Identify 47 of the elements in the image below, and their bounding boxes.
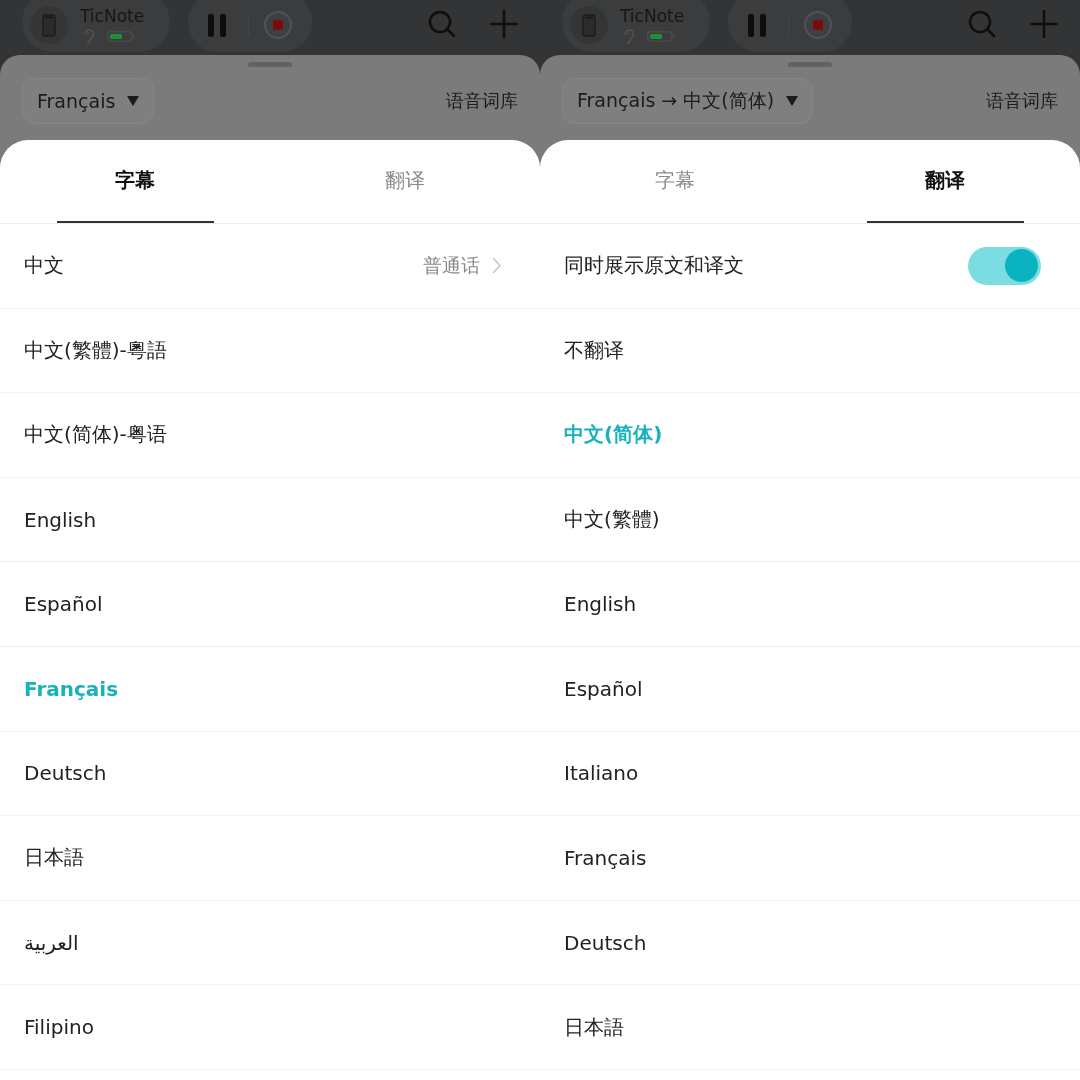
plus-icon[interactable]: [490, 10, 518, 38]
language-option[interactable]: Deutsch: [564, 930, 647, 955]
language-option[interactable]: Filipino: [24, 1015, 94, 1040]
language-option[interactable]: Français: [564, 845, 647, 870]
language-option[interactable]: 日本語: [564, 1013, 624, 1041]
tab[interactable]: 字幕: [596, 140, 754, 223]
record-icon[interactable]: [804, 11, 832, 39]
language-option[interactable]: Italiano: [564, 761, 639, 786]
drag-handle[interactable]: [248, 62, 292, 67]
language-option[interactable]: 中文: [24, 252, 64, 280]
pause-icon[interactable]: [208, 13, 226, 37]
battery-icon: [647, 31, 675, 42]
phone-icon: [30, 6, 68, 44]
ear-icon: [623, 29, 635, 44]
language-option[interactable]: 日本語: [24, 844, 84, 872]
phone-icon: [570, 6, 608, 44]
record-icon[interactable]: [264, 11, 292, 39]
drag-handle[interactable]: [788, 62, 832, 67]
battery-icon: [107, 31, 135, 42]
vocabulary-link[interactable]: 语音词库: [986, 89, 1058, 113]
language-option[interactable]: العربية: [24, 930, 79, 955]
tab[interactable]: 字幕: [56, 140, 214, 223]
language-dropdown[interactable]: Français → 中文(简体): [562, 78, 814, 124]
language-option[interactable]: 不翻译: [564, 336, 624, 364]
search-icon[interactable]: [968, 10, 996, 38]
language-option[interactable]: Español: [564, 676, 643, 701]
plus-icon[interactable]: [1030, 10, 1058, 38]
language-option[interactable]: English: [564, 592, 637, 617]
language-option[interactable]: Deutsch: [24, 761, 107, 786]
vocabulary-link[interactable]: 语音词库: [446, 89, 518, 113]
ear-icon: [83, 29, 95, 44]
dialect-value[interactable]: 普通话: [423, 252, 480, 279]
toggle-switch[interactable]: [968, 246, 1041, 285]
language-option[interactable]: English: [24, 507, 97, 532]
caret-down-icon: [127, 96, 140, 106]
language-option[interactable]: 中文(繁體): [564, 506, 660, 534]
language-option[interactable]: 中文(简体)-粤语: [24, 421, 167, 449]
tab[interactable]: 翻译: [326, 140, 484, 223]
chevron-right-icon: [492, 257, 501, 275]
search-icon[interactable]: [428, 10, 456, 38]
language-dropdown[interactable]: Français: [22, 78, 155, 124]
caret-down-icon: [786, 96, 799, 106]
pause-icon[interactable]: [748, 13, 766, 37]
tab[interactable]: 翻译: [866, 140, 1024, 223]
language-option[interactable]: 中文(繁體)-粵語: [24, 336, 167, 364]
setting-label: 同时展示原文和译文: [564, 252, 744, 280]
language-option[interactable]: Español: [24, 592, 103, 617]
